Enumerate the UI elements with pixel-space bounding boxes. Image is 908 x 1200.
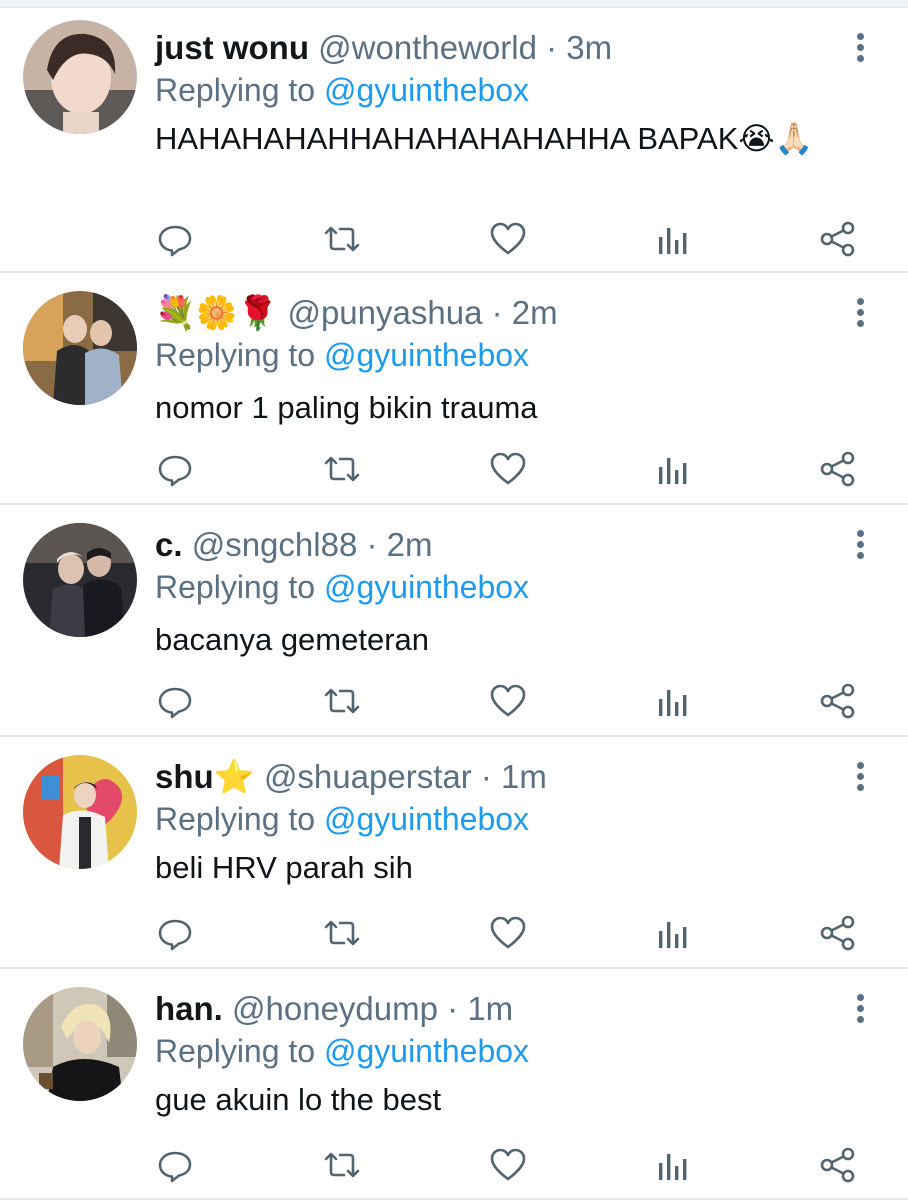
username[interactable]: @shuaperstar xyxy=(264,758,472,795)
like-icon[interactable] xyxy=(488,449,528,489)
dot-separator: · xyxy=(447,990,459,1027)
action-bar xyxy=(0,681,908,721)
share-icon[interactable] xyxy=(818,219,858,259)
tweet-reply[interactable]: han. @honeydump · 1m Replying to @gyuint… xyxy=(0,969,908,1200)
action-bar xyxy=(0,219,908,259)
replying-to: Replying to @gyuinthebox xyxy=(155,799,529,839)
tweet-text: HAHAHAHAHHAHAHAHAHAHHA BAPAK😭🙏🏻 xyxy=(155,121,814,156)
retweet-icon[interactable] xyxy=(322,1145,362,1185)
tweet-header: shu⭐ @shuaperstar · 1m xyxy=(155,755,547,799)
like-icon[interactable] xyxy=(488,681,528,721)
avatar[interactable] xyxy=(23,987,137,1101)
timestamp[interactable]: 1m xyxy=(501,758,547,795)
more-options-icon[interactable] xyxy=(850,991,870,1031)
username[interactable]: @wontheworld xyxy=(318,29,537,66)
share-icon[interactable] xyxy=(818,913,858,953)
mention-link[interactable]: @gyuinthebox xyxy=(324,337,529,373)
tweet-reply[interactable]: shu⭐ @shuaperstar · 1m Replying to @gyui… xyxy=(0,737,908,969)
reply-icon[interactable] xyxy=(155,681,195,721)
reply-icon[interactable] xyxy=(155,1145,195,1185)
action-bar xyxy=(0,449,908,489)
tweet-header: han. @honeydump · 1m xyxy=(155,987,513,1031)
analytics-icon[interactable] xyxy=(655,681,695,721)
retweet-icon[interactable] xyxy=(322,219,362,259)
more-options-icon[interactable] xyxy=(850,759,870,799)
retweet-icon[interactable] xyxy=(322,681,362,721)
mention-link[interactable]: @gyuinthebox xyxy=(324,72,529,108)
reply-icon[interactable] xyxy=(155,913,195,953)
avatar[interactable] xyxy=(23,291,137,405)
replying-label: Replying to xyxy=(155,569,324,605)
analytics-icon[interactable] xyxy=(655,913,695,953)
top-divider xyxy=(0,0,908,8)
replying-to: Replying to @gyuinthebox xyxy=(155,1031,529,1071)
avatar[interactable] xyxy=(23,20,137,134)
reply-icon[interactable] xyxy=(155,449,195,489)
analytics-icon[interactable] xyxy=(655,449,695,489)
replying-label: Replying to xyxy=(155,337,324,373)
more-options-icon[interactable] xyxy=(850,30,870,70)
tweet-reply[interactable]: 💐🌼🌹 @punyashua · 2m Replying to @gyuinth… xyxy=(0,273,908,505)
reply-icon[interactable] xyxy=(155,219,195,259)
analytics-icon[interactable] xyxy=(655,1145,695,1185)
tweet-header: c. @sngchl88 · 2m xyxy=(155,523,433,567)
analytics-icon[interactable] xyxy=(655,219,695,259)
tweet-text: bacanya gemeteran xyxy=(155,622,430,657)
like-icon[interactable] xyxy=(488,219,528,259)
timestamp[interactable]: 2m xyxy=(387,526,433,563)
tweet-header: 💐🌼🌹 @punyashua · 2m xyxy=(155,291,558,335)
like-icon[interactable] xyxy=(488,1145,528,1185)
replying-to: Replying to @gyuinthebox xyxy=(155,70,529,110)
avatar[interactable] xyxy=(23,523,137,637)
mention-link[interactable]: @gyuinthebox xyxy=(324,569,529,605)
share-icon[interactable] xyxy=(818,1145,858,1185)
username[interactable]: @punyashua xyxy=(287,294,482,331)
retweet-icon[interactable] xyxy=(322,913,362,953)
replying-label: Replying to xyxy=(155,801,324,837)
replying-label: Replying to xyxy=(155,1033,324,1069)
display-name[interactable]: just wonu xyxy=(155,29,309,66)
mention-link[interactable]: @gyuinthebox xyxy=(324,801,529,837)
dot-separator: · xyxy=(480,758,492,795)
avatar[interactable] xyxy=(23,755,137,869)
share-icon[interactable] xyxy=(818,449,858,489)
tweet-reply[interactable]: c. @sngchl88 · 2m Replying to @gyuintheb… xyxy=(0,505,908,737)
dot-separator: · xyxy=(491,294,503,331)
replying-label: Replying to xyxy=(155,72,324,108)
replying-to: Replying to @gyuinthebox xyxy=(155,335,529,375)
tweet-reply[interactable]: just wonu @wontheworld · 3m Replying to … xyxy=(0,8,908,273)
dot-separator: · xyxy=(366,526,378,563)
action-bar xyxy=(0,1145,908,1185)
retweet-icon[interactable] xyxy=(322,449,362,489)
tweet-header: just wonu @wontheworld · 3m xyxy=(155,26,612,70)
username[interactable]: @sngchl88 xyxy=(192,526,358,563)
tweet-text: gue akuin lo the best xyxy=(155,1082,442,1117)
timestamp[interactable]: 1m xyxy=(467,990,513,1027)
display-name[interactable]: han. xyxy=(155,990,223,1027)
display-name[interactable]: 💐🌼🌹 xyxy=(155,294,278,331)
action-bar xyxy=(0,913,908,953)
more-options-icon[interactable] xyxy=(850,527,870,567)
share-icon[interactable] xyxy=(818,681,858,721)
tweet-text: beli HRV parah sih xyxy=(155,850,413,885)
mention-link[interactable]: @gyuinthebox xyxy=(324,1033,529,1069)
dot-separator: · xyxy=(546,29,558,66)
display-name[interactable]: shu⭐ xyxy=(155,758,255,795)
timestamp[interactable]: 2m xyxy=(512,294,558,331)
timestamp[interactable]: 3m xyxy=(566,29,612,66)
tweet-text: nomor 1 paling bikin trauma xyxy=(155,390,538,425)
like-icon[interactable] xyxy=(488,913,528,953)
replying-to: Replying to @gyuinthebox xyxy=(155,567,529,607)
more-options-icon[interactable] xyxy=(850,295,870,335)
display-name[interactable]: c. xyxy=(155,526,183,563)
username[interactable]: @honeydump xyxy=(232,990,438,1027)
